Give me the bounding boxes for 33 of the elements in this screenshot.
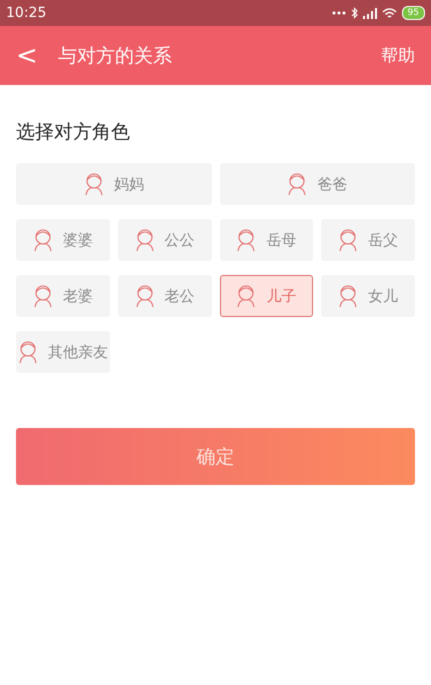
bluetooth-icon — [350, 7, 358, 19]
role-option[interactable]: 婆婆 — [16, 219, 110, 261]
person-icon — [287, 172, 308, 196]
person-icon — [32, 284, 53, 308]
person-icon — [134, 228, 155, 252]
role-option[interactable]: 岳母 — [220, 219, 314, 261]
role-option[interactable]: 妈妈 — [16, 163, 212, 205]
role-option[interactable]: 岳父 — [321, 219, 415, 261]
back-button[interactable]: < — [16, 40, 38, 70]
person-icon — [236, 228, 256, 252]
role-option[interactable]: 公公 — [118, 219, 212, 261]
role-option[interactable]: 女儿 — [321, 275, 415, 317]
role-option[interactable]: 儿子 — [220, 275, 314, 317]
more-dots-icon — [332, 11, 346, 15]
section-title: 选择对方角色 — [15, 120, 131, 145]
person-icon — [338, 284, 358, 308]
clock-time: 10:25 — [6, 5, 46, 21]
help-button[interactable]: 帮助 — [381, 44, 415, 67]
battery-level: 95 — [402, 6, 425, 20]
role-option[interactable]: 其他亲友 — [16, 331, 110, 373]
person-icon — [84, 172, 104, 196]
confirm-button[interactable]: 确定 — [16, 428, 415, 485]
person-icon — [338, 228, 358, 252]
wifi-icon — [382, 8, 397, 18]
page-title: 与对方的关系 — [58, 44, 173, 68]
role-option[interactable]: 老公 — [118, 275, 212, 317]
person-icon — [18, 340, 38, 364]
role-option[interactable]: 老婆 — [16, 275, 110, 317]
role-option[interactable]: 爸爸 — [220, 163, 415, 205]
person-icon — [236, 284, 256, 308]
signal-icon — [362, 8, 377, 18]
person-icon — [32, 228, 53, 252]
person-icon — [134, 284, 155, 308]
